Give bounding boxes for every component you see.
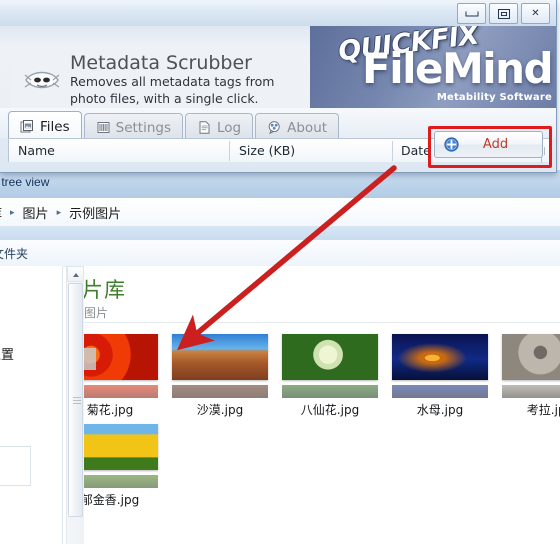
- thumbnail-image[interactable]: [282, 334, 378, 380]
- thumbnail-reflection: [282, 385, 378, 398]
- gallery-item-label: 考拉.jpg: [526, 403, 560, 417]
- minimize-button[interactable]: [457, 3, 486, 24]
- gallery-item[interactable]: 水母.jpg: [392, 334, 488, 418]
- drag-ghost-overlay: [84, 348, 96, 370]
- gallery-item[interactable]: 郁金香.jpg: [84, 424, 158, 508]
- app-banner: QUICKFIX FileMind Metability Software Me…: [0, 26, 556, 108]
- thumbnail-image[interactable]: [502, 334, 560, 380]
- explorer-address-bar[interactable]: 库 ▸ 图片 ▸ 示例图片: [0, 198, 560, 227]
- tab-log-label: Log: [217, 119, 242, 136]
- gallery-item[interactable]: 八仙花.jpg: [282, 334, 378, 418]
- files-icon: [20, 119, 35, 134]
- title-bar[interactable]: ✕: [0, 0, 556, 26]
- thumbnail-image[interactable]: [172, 334, 268, 380]
- log-document-icon: [197, 120, 212, 135]
- maximize-icon: [497, 8, 510, 19]
- plus-circle-icon: [444, 137, 459, 152]
- brand-tagline: Metability Software: [436, 92, 552, 103]
- explorer-navigation-pane[interactable]: 位置: [0, 266, 62, 544]
- scrollbar-thumb[interactable]: [68, 283, 83, 517]
- app-title: Metadata Scrubber: [70, 52, 252, 74]
- gallery-item[interactable]: 考拉.jpg: [502, 334, 560, 418]
- gallery-item-label: 水母.jpg: [416, 403, 464, 417]
- tab-settings-label: Settings: [115, 119, 171, 136]
- tab-about[interactable]: About: [255, 113, 340, 141]
- nav-pane-label: 位置: [0, 348, 15, 363]
- window-controls: ✕: [457, 3, 550, 24]
- vertical-scrollbar[interactable]: [66, 266, 84, 544]
- gallery-item[interactable]: 菊花.jpg: [84, 334, 158, 418]
- settings-sliders-icon: [96, 120, 111, 135]
- filemind-logo-text: FileMind: [362, 44, 554, 93]
- nav-pane-item[interactable]: [0, 446, 31, 486]
- explorer-toolbar: d to tree view: [0, 170, 560, 199]
- explorer-toolbar-text: d to tree view: [0, 175, 50, 189]
- thumbnail-image[interactable]: [392, 334, 488, 380]
- close-button[interactable]: ✕: [521, 3, 550, 24]
- add-button[interactable]: Add: [434, 131, 543, 158]
- explorer-folder-band: 文件夹: [0, 240, 560, 267]
- app-description: Removes all metadata tags from photo fil…: [70, 73, 274, 108]
- file-gallery: 图片库 示例图片 菊花.jpg 沙漠.jpg 八仙花.jpg 水母.jpg 考拉…: [84, 266, 560, 544]
- gallery-divider: [84, 322, 560, 323]
- column-divider[interactable]: [229, 141, 230, 161]
- column-header-size[interactable]: Size (KB): [239, 143, 295, 158]
- tab-settings[interactable]: Settings: [83, 113, 183, 141]
- gallery-item[interactable]: 沙漠.jpg: [172, 334, 268, 418]
- app-description-line1: Removes all metadata tags from: [70, 74, 275, 89]
- filemind-window: ✕ QUICKFIX FileMind Metability Software …: [0, 0, 557, 173]
- thumbnail-reflection: [502, 385, 560, 398]
- gallery-item-label: 菊花.jpg: [86, 403, 134, 417]
- gallery-item-label: 八仙花.jpg: [300, 403, 360, 417]
- breadcrumb: 库 ▸ 图片 ▸ 示例图片: [0, 202, 124, 223]
- column-header-name[interactable]: Name: [18, 143, 55, 158]
- gallery-title: 图片库: [84, 278, 126, 302]
- scrollbar-grip-icon: [73, 397, 81, 404]
- tab-log[interactable]: Log: [185, 113, 254, 141]
- gallery-item-label: 沙漠.jpg: [196, 403, 244, 417]
- maximize-button[interactable]: [489, 3, 518, 24]
- explorer-header-band: [0, 226, 560, 241]
- thumbnail-reflection: [84, 385, 158, 398]
- scroll-up-arrow-icon[interactable]: [67, 266, 84, 282]
- pane-divider[interactable]: [62, 266, 63, 544]
- scrubber-mask-icon: [22, 66, 62, 98]
- explorer-folder-label: 文件夹: [0, 247, 29, 261]
- gallery-item-label: 郁金香.jpg: [84, 493, 140, 507]
- app-description-line2: photo files, with a single click.: [70, 91, 259, 107]
- thumbnail-reflection: [84, 475, 158, 488]
- banner-right-bg: QUICKFIX FileMind Metability Software: [310, 26, 556, 108]
- thumbnail-reflection: [392, 385, 488, 398]
- breadcrumb-separator-icon: ▸: [56, 207, 62, 218]
- breadcrumb-item-sample-pictures[interactable]: 示例图片: [66, 202, 124, 223]
- tab-files[interactable]: Files: [8, 111, 82, 141]
- tab-files-label: Files: [40, 118, 70, 135]
- close-icon: ✕: [531, 7, 540, 19]
- tab-about-label: About: [287, 119, 328, 136]
- add-button-label: Add: [482, 137, 509, 152]
- gallery-subtitle: 示例图片: [84, 306, 109, 320]
- thumbnail-reflection: [172, 385, 268, 398]
- breadcrumb-separator-icon: ▸: [10, 207, 15, 218]
- thumbnail-image[interactable]: [84, 424, 158, 470]
- breadcrumb-item-pictures[interactable]: 图片: [20, 202, 52, 223]
- column-divider[interactable]: [392, 141, 393, 161]
- about-info-icon: [267, 120, 282, 135]
- breadcrumb-item-library[interactable]: 库: [0, 202, 5, 223]
- minimize-icon: [465, 11, 478, 16]
